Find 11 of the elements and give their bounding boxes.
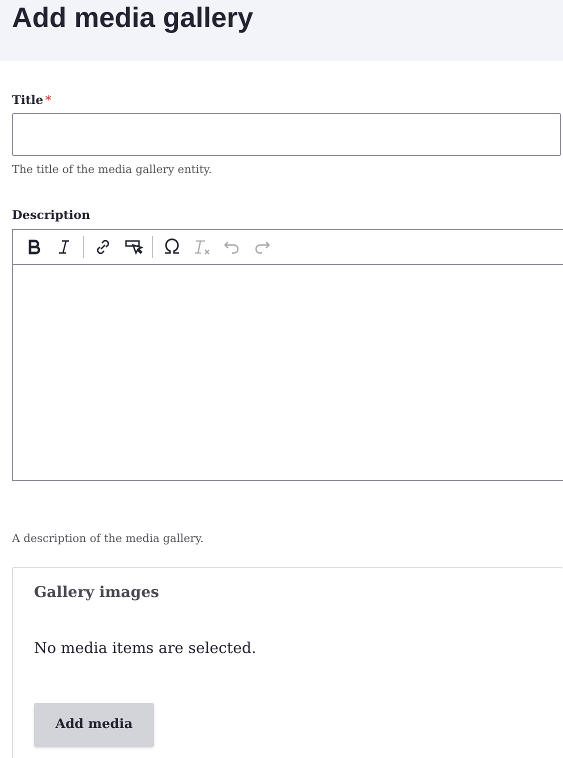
empty-message: No media items are selected. xyxy=(34,639,256,657)
omega-icon xyxy=(162,237,182,257)
page-title: Add media gallery xyxy=(12,1,254,35)
title-input[interactable] xyxy=(12,113,561,156)
required-mark: * xyxy=(45,92,52,109)
field-label: Description xyxy=(12,208,90,222)
fieldset-legend: Gallery images xyxy=(34,583,160,601)
field-label: Title xyxy=(12,92,44,109)
help-text: A description of the media gallery. xyxy=(12,531,204,547)
add-media-button[interactable]: Add media xyxy=(34,703,154,747)
help-text: The title of the media gallery entity. xyxy=(12,162,212,178)
